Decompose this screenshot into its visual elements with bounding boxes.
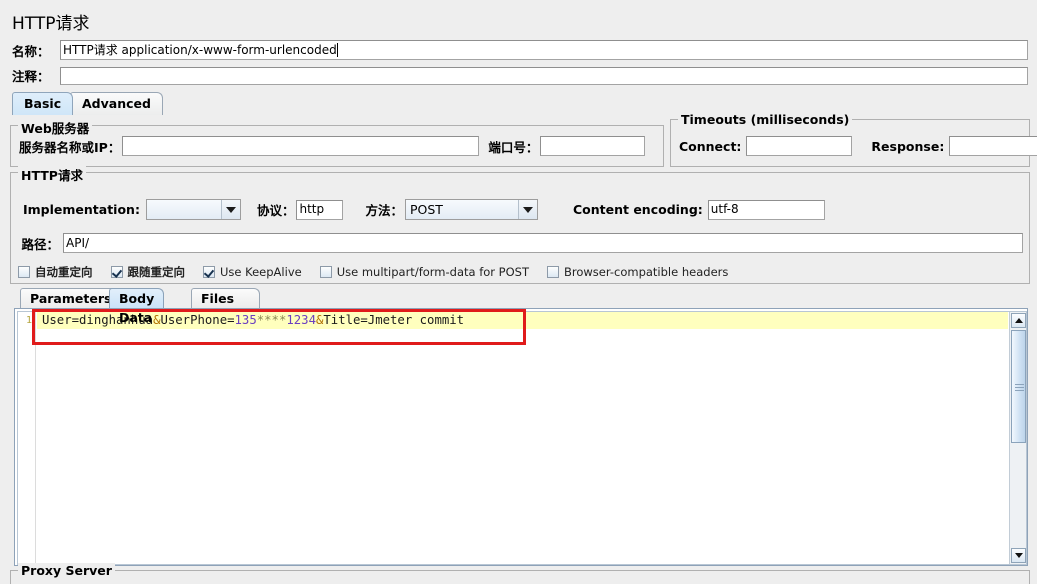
protocol-label: 协议： bbox=[256, 203, 295, 218]
tab-files-upload[interactable]: Files Upload bbox=[191, 288, 261, 325]
method-select[interactable]: POST bbox=[404, 199, 538, 220]
comment-row: 注释： bbox=[12, 66, 1030, 85]
scrollbar-grip-icon bbox=[1015, 383, 1024, 391]
checkbox-icon[interactable] bbox=[319, 266, 332, 278]
scrollbar-thumb[interactable] bbox=[1011, 330, 1026, 443]
body-data-editor[interactable]: 1 User=dinghanhua&UserPhone=135****1234&… bbox=[14, 308, 1028, 566]
checkbox-use-keepalive[interactable]: Use KeepAlive bbox=[203, 265, 302, 279]
chevron-down-icon[interactable] bbox=[517, 200, 537, 219]
tab-basic[interactable]: Basic bbox=[12, 92, 74, 115]
checkbox-browser-compatible-headers[interactable]: Browser-compatible headers bbox=[547, 265, 728, 279]
name-input[interactable]: HTTP请求 application/x-www-form-urlencoded bbox=[60, 40, 1028, 60]
code-token: 135 bbox=[234, 313, 257, 327]
scroll-down-arrow-icon[interactable] bbox=[1011, 548, 1026, 563]
content-encoding-label: Content encoding: bbox=[572, 202, 703, 217]
proxy-server-panel: Proxy Server bbox=[10, 563, 1030, 584]
web-server-panel-title: Web服务器 bbox=[18, 118, 93, 137]
text-caret bbox=[336, 43, 338, 57]
checkbox-icon[interactable] bbox=[547, 266, 559, 278]
proxy-server-panel-title: Proxy Server bbox=[18, 563, 115, 578]
checkbox-icon[interactable] bbox=[18, 266, 30, 278]
content-encoding-value: utf-8 bbox=[710, 202, 739, 216]
checkbox-use-multipart-label: Use multipart/form-data for POST bbox=[336, 265, 529, 279]
tab-body-data[interactable]: Body Data bbox=[109, 288, 165, 325]
connect-timeout-input[interactable] bbox=[746, 136, 853, 156]
checkbox-use-multipart[interactable]: Use multipart/form-data for POST bbox=[319, 265, 529, 279]
code-line[interactable]: User=dinghanhua&UserPhone=135****1234&Ti… bbox=[37, 312, 1008, 329]
web-server-panel: Web服务器 服务器名称或IP： 端口号： bbox=[10, 118, 664, 167]
port-input[interactable] bbox=[540, 136, 646, 156]
implementation-label: Implementation: bbox=[23, 202, 140, 217]
path-value: API/ bbox=[66, 235, 90, 250]
path-input[interactable]: API/ bbox=[63, 233, 1023, 253]
code-token: **** bbox=[256, 313, 287, 327]
checkbox-browser-compatible-headers-label: Browser-compatible headers bbox=[564, 265, 729, 279]
connect-timeout-label: Connect: bbox=[679, 138, 742, 154]
chevron-down-icon[interactable] bbox=[220, 200, 240, 219]
port-label: 端口号： bbox=[488, 139, 539, 155]
response-timeout-input[interactable] bbox=[949, 136, 1037, 156]
checkbox-auto-redirect[interactable]: 自动重定向 bbox=[18, 264, 93, 280]
checkbox-checked-icon[interactable] bbox=[203, 266, 215, 278]
implementation-value bbox=[146, 200, 221, 219]
timeouts-panel: Timeouts (milliseconds) Connect: Respons… bbox=[670, 112, 1037, 167]
http-options-checkbox-row: 自动重定向 跟随重定向 Use KeepAlive Use multipart/… bbox=[18, 264, 746, 280]
server-name-label: 服务器名称或IP： bbox=[19, 139, 121, 155]
page-title: HTTP请求 bbox=[12, 14, 90, 34]
protocol-input[interactable]: http bbox=[296, 199, 344, 220]
body-data-text-area[interactable]: User=dinghanhua&UserPhone=135****1234&Ti… bbox=[37, 312, 1008, 564]
content-encoding-input[interactable]: utf-8 bbox=[707, 199, 825, 220]
checkbox-follow-redirect[interactable]: 跟随重定向 bbox=[110, 264, 186, 280]
code-token: Title=Jmeter commit bbox=[323, 313, 465, 327]
jmeter-http-request-window: HTTP请求 名称： HTTP请求 application/x-www-form… bbox=[0, 0, 1037, 584]
code-token: 1234 bbox=[286, 313, 316, 327]
method-value: POST bbox=[405, 200, 518, 219]
comment-input[interactable] bbox=[60, 66, 1028, 85]
name-row: 名称： HTTP请求 application/x-www-form-urlenc… bbox=[12, 40, 1030, 60]
main-tabstrip: Basic Advanced bbox=[8, 92, 1032, 116]
checkbox-auto-redirect-label: 自动重定向 bbox=[35, 265, 93, 279]
scroll-up-arrow-icon[interactable] bbox=[1011, 313, 1026, 328]
protocol-value: http bbox=[299, 202, 325, 216]
response-timeout-label: Response: bbox=[871, 138, 945, 154]
name-input-value: HTTP请求 application/x-www-form-urlencoded bbox=[63, 42, 337, 57]
tab-parameters[interactable]: Parameters bbox=[20, 288, 122, 308]
checkbox-follow-redirect-label: 跟随重定向 bbox=[127, 265, 186, 279]
timeouts-panel-title: Timeouts (milliseconds) bbox=[678, 112, 853, 127]
name-label: 名称： bbox=[12, 43, 50, 59]
http-request-panel-title: HTTP请求 bbox=[18, 165, 86, 184]
method-label: 方法： bbox=[365, 203, 403, 218]
implementation-select[interactable] bbox=[145, 199, 241, 220]
checkbox-use-keepalive-label: Use KeepAlive bbox=[220, 265, 302, 279]
editor-vertical-scrollbar[interactable] bbox=[1009, 312, 1026, 564]
checkbox-checked-icon[interactable] bbox=[110, 266, 123, 278]
comment-label: 注释： bbox=[12, 69, 50, 84]
editor-line-number-gutter: 1 bbox=[18, 312, 36, 564]
code-token: UserPhone= bbox=[160, 313, 235, 327]
body-data-editor-inner[interactable]: 1 User=dinghanhua&UserPhone=135****1234&… bbox=[17, 311, 1027, 565]
line-number: 1 bbox=[25, 315, 32, 326]
path-label: 路径： bbox=[21, 236, 59, 252]
server-name-input[interactable] bbox=[122, 136, 480, 156]
tab-advanced[interactable]: Advanced bbox=[70, 92, 163, 115]
